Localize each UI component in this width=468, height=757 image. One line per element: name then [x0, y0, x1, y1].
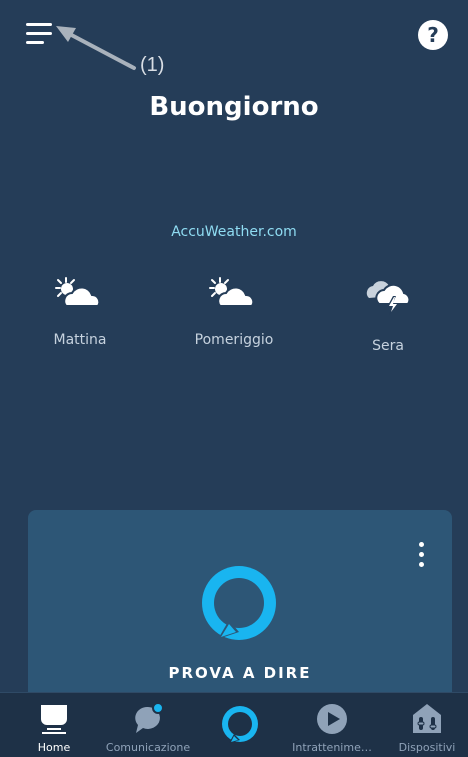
- alexa-button-icon: [222, 706, 258, 743]
- partly-sunny-icon: [209, 277, 255, 307]
- play-icon: [317, 704, 347, 734]
- weather-morning[interactable]: Mattina: [10, 276, 150, 348]
- help-icon[interactable]: ?: [418, 20, 448, 50]
- devices-icon: [413, 704, 441, 733]
- chat-bubble-icon: [135, 703, 164, 733]
- nav-home[interactable]: Home: [14, 693, 94, 757]
- bottom-navigation: Home Comunicazione Intrattenime… Disposi…: [0, 692, 468, 757]
- weather-afternoon[interactable]: Pomeriggio: [164, 276, 304, 348]
- nav-label: Dispositivi: [398, 741, 456, 754]
- nav-devices[interactable]: Dispositivi: [390, 693, 464, 757]
- annotation-arrow-icon: [56, 26, 136, 70]
- top-bar: (1) ?: [0, 0, 468, 80]
- greeting-title: Buongiorno: [149, 92, 319, 122]
- annotation-label: (1): [140, 54, 165, 76]
- nav-label: Comunicazione: [105, 741, 191, 754]
- alexa-ring-icon: [202, 566, 276, 640]
- weather-period-label: Sera: [372, 338, 404, 354]
- weather-period-label: Pomeriggio: [194, 332, 274, 348]
- thunderstorm-icon: [366, 281, 411, 315]
- weather-source-link[interactable]: AccuWeather.com: [0, 224, 468, 240]
- partly-sunny-icon: [55, 277, 101, 307]
- nav-label: Home: [37, 741, 71, 754]
- nav-communication[interactable]: Comunicazione: [100, 693, 196, 757]
- weather-period-label: Mattina: [53, 332, 107, 348]
- home-icon: [41, 705, 67, 734]
- try-saying-title: PROVA A DIRE: [168, 664, 312, 682]
- nav-label: Intrattenime…: [292, 741, 372, 754]
- more-options-icon[interactable]: [416, 542, 426, 568]
- nav-entertainment[interactable]: Intrattenime…: [284, 693, 380, 757]
- weather-evening[interactable]: Sera: [318, 276, 458, 354]
- nav-alexa[interactable]: [210, 693, 270, 757]
